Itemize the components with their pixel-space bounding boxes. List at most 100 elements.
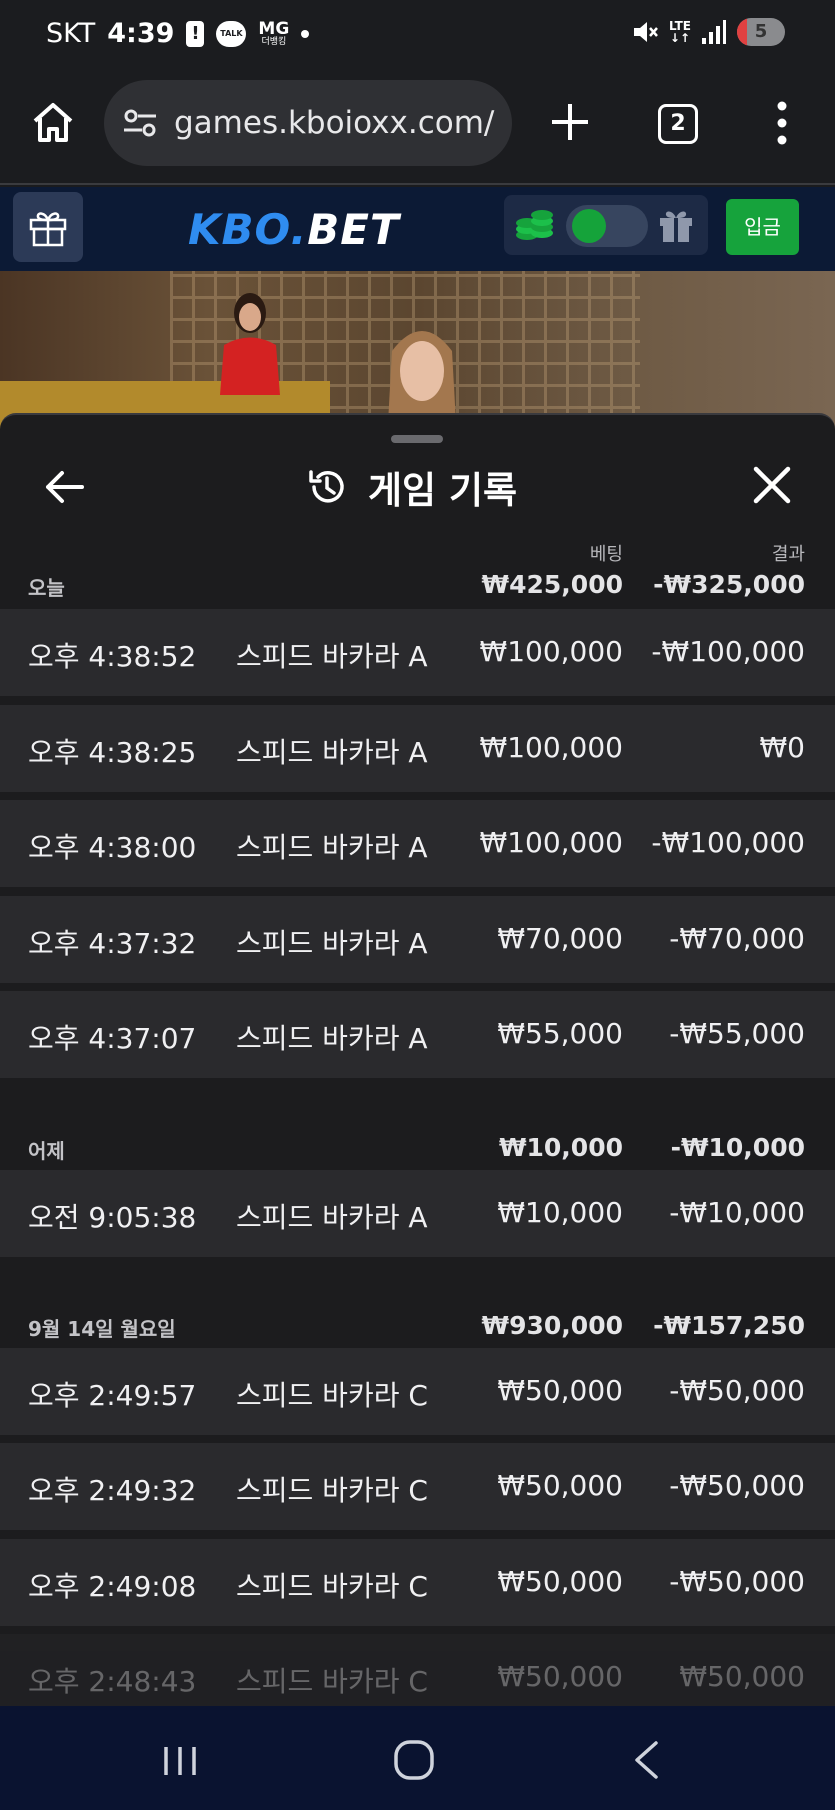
section-date-label: 오늘 [28, 576, 65, 600]
kakaotalk-notification-icon: TALK [216, 20, 247, 47]
close-icon[interactable] [752, 465, 792, 505]
row-game: 스피드 바카라 A [236, 927, 428, 960]
row-time: 오후 4:38:00 [28, 831, 197, 864]
row-game: 스피드 바카라 C [236, 1665, 428, 1698]
section-result-total: -₩325,000 [653, 570, 805, 599]
logo-part2: BET [307, 205, 400, 254]
home-button[interactable] [30, 100, 76, 146]
history-icon [309, 470, 344, 503]
row-time: 오후 4:38:25 [28, 736, 197, 769]
row-result: -₩50,000 [669, 1374, 805, 1407]
row-result: -₩70,000 [669, 922, 805, 955]
row-time: 오후 4:38:52 [28, 640, 197, 673]
mute-icon [633, 22, 658, 42]
row-game: 스피드 바카라 A [236, 1201, 428, 1234]
row-result: ₩50,000 [679, 1660, 805, 1693]
more-notifications-dot-icon [301, 29, 310, 38]
status-bar: SKT 4:39 ! TALK MG 더뱅킹 LTE ↓↑ 5 [0, 0, 835, 70]
back-arrow-icon[interactable] [42, 465, 86, 509]
new-tab-button[interactable] [548, 100, 592, 144]
section-header-yesterday: 어제 ₩10,000 -₩10,000 [0, 1120, 835, 1170]
row-game: 스피드 바카라 C [236, 1379, 428, 1412]
row-result: -₩50,000 [669, 1565, 805, 1598]
history-row[interactable]: 오후 4:37:07 스피드 바카라 A ₩55,000 -₩55,000 [0, 991, 835, 1078]
row-bet: ₩55,000 [497, 1017, 623, 1050]
game-history-panel: 게임 기록 베팅 결과 오늘 ₩425,000 -₩325,000 오후 4:3… [0, 413, 835, 1713]
section-result-total: -₩157,250 [653, 1311, 805, 1340]
row-time: 오후 2:49:32 [28, 1474, 197, 1507]
row-time: 오후 4:37:07 [28, 1022, 197, 1055]
history-row[interactable]: 오후 4:38:52 스피드 바카라 A ₩100,000 -₩100,000 [0, 609, 835, 696]
mg-label: MG [258, 18, 290, 39]
section-date-label: 9월 14일 월요일 [28, 1317, 176, 1341]
history-row[interactable]: 오후 4:37:32 스피드 바카라 A ₩70,000 -₩70,000 [0, 896, 835, 983]
clock: 4:39 [107, 18, 175, 49]
section-result-total: -₩10,000 [670, 1133, 805, 1162]
section-header-today: 오늘 ₩425,000 -₩325,000 [0, 557, 835, 607]
tab-switcher-button[interactable]: 2 [658, 104, 698, 144]
site-header: KBO.BET 입금 [0, 187, 835, 271]
panel-title: 게임 기록 [368, 469, 518, 512]
row-time: 오전 9:05:38 [28, 1201, 197, 1234]
section-date-label: 어제 [28, 1139, 65, 1163]
row-bet: ₩100,000 [479, 731, 623, 764]
recent-apps-icon[interactable] [160, 1744, 200, 1778]
row-result: -₩10,000 [669, 1196, 805, 1229]
section-bet-total: ₩425,000 [481, 570, 623, 599]
gift-icon [29, 212, 67, 247]
toggle-knob [572, 209, 606, 243]
history-row[interactable]: 오후 4:38:25 스피드 바카라 A ₩100,000 ₩0 [0, 705, 835, 792]
row-game: 스피드 바카라 A [236, 831, 428, 864]
row-game: 스피드 바카라 C [236, 1570, 428, 1603]
balance-toggle[interactable] [566, 205, 648, 247]
mg-sub-label: 더뱅킹 [261, 36, 287, 47]
row-result: -₩50,000 [669, 1469, 805, 1502]
row-result: -₩100,000 [651, 635, 805, 668]
site-logo[interactable]: KBO.BET [188, 205, 400, 254]
history-row[interactable]: 오후 2:48:43 스피드 바카라 C ₩50,000 ₩50,000 [0, 1634, 835, 1713]
wallet-widget[interactable] [504, 195, 708, 255]
lte-label: LTE [668, 19, 691, 33]
row-game: 스피드 바카라 A [236, 640, 428, 673]
site-settings-icon[interactable] [122, 108, 158, 138]
history-row[interactable]: 오후 2:49:32 스피드 바카라 C ₩50,000 -₩50,000 [0, 1443, 835, 1530]
history-row[interactable]: 오전 9:05:38 스피드 바카라 A ₩10,000 -₩10,000 [0, 1170, 835, 1257]
row-bet: ₩50,000 [497, 1565, 623, 1598]
live-game-video [0, 271, 835, 431]
coins-icon [516, 210, 553, 240]
more-menu-icon[interactable] [772, 100, 792, 146]
row-game: 스피드 바카라 A [236, 1022, 428, 1055]
bonus-gift-icon[interactable] [656, 205, 696, 245]
history-row[interactable]: 오후 2:49:57 스피드 바카라 C ₩50,000 -₩50,000 [0, 1348, 835, 1435]
carrier-label: SKT [46, 18, 96, 49]
dealer-figure-left [220, 293, 280, 395]
row-bet: ₩50,000 [497, 1469, 623, 1502]
mg-bank-notification-icon: MG 더뱅킹 [258, 18, 290, 47]
row-bet: ₩100,000 [479, 635, 623, 668]
deposit-button[interactable]: 입금 [726, 199, 799, 255]
panel-header: 게임 기록 [306, 460, 517, 514]
logo-part1: KBO. [188, 205, 308, 254]
promotions-button[interactable] [13, 192, 83, 262]
alert-notification-icon: ! [186, 20, 205, 47]
row-time: 오후 4:37:32 [28, 927, 197, 960]
screen: SKT 4:39 ! TALK MG 더뱅킹 LTE ↓↑ 5 games.kb… [0, 0, 835, 1810]
system-back-icon[interactable] [632, 1740, 660, 1780]
url-text: games.kboioxx.com/ [174, 105, 495, 141]
lte-icon: LTE ↓↑ [668, 19, 691, 45]
history-row[interactable]: 오후 4:38:00 스피드 바카라 A ₩100,000 -₩100,000 [0, 800, 835, 887]
history-row[interactable]: 오후 2:49:08 스피드 바카라 C ₩50,000 -₩50,000 [0, 1539, 835, 1626]
signal-icon [702, 20, 726, 44]
row-bet: ₩70,000 [497, 922, 623, 955]
section-bet-total: ₩10,000 [498, 1133, 623, 1162]
system-navigation-bar [0, 1706, 835, 1810]
section-header-sep14: 9월 14일 월요일 ₩930,000 -₩157,250 [0, 1298, 835, 1348]
battery-icon: 5 [737, 18, 785, 46]
address-bar[interactable]: games.kboioxx.com/ [104, 80, 512, 166]
row-game: 스피드 바카라 C [236, 1474, 428, 1507]
section-bet-total: ₩930,000 [481, 1311, 623, 1340]
row-bet: ₩50,000 [497, 1660, 623, 1693]
drag-handle[interactable] [391, 435, 443, 443]
home-circle-icon[interactable] [392, 1738, 436, 1782]
row-time: 오후 2:49:57 [28, 1379, 197, 1412]
